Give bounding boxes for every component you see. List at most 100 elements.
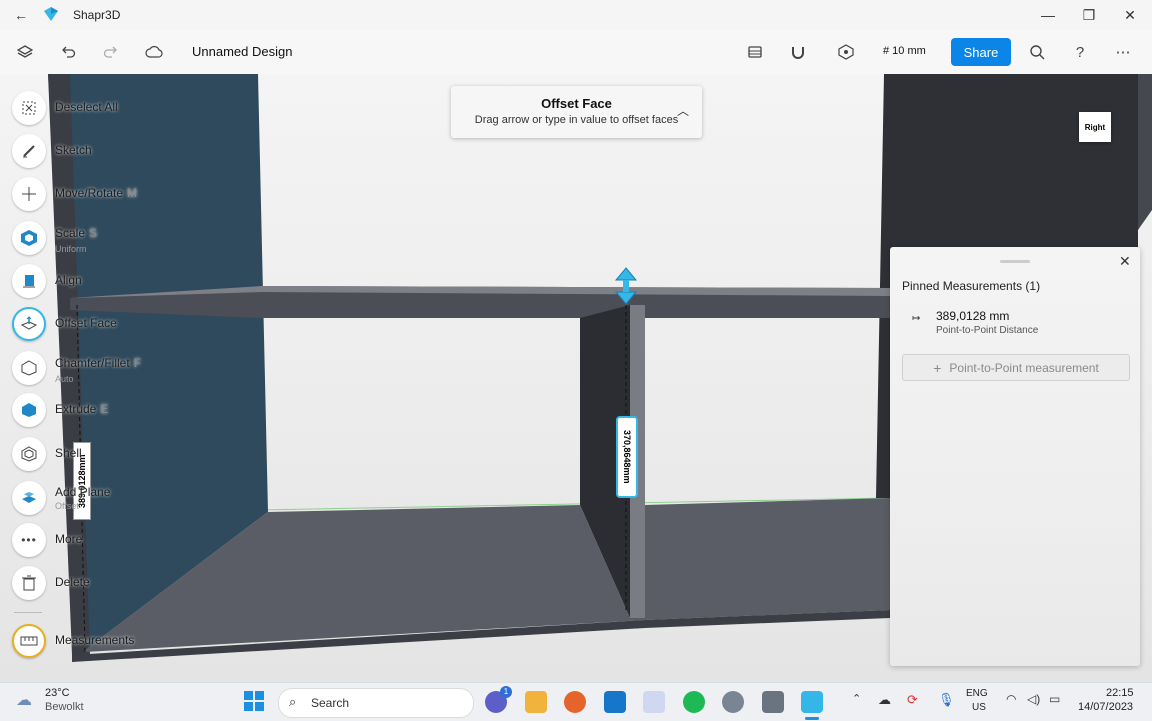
tool-chamfer-fillet[interactable]: Chamfer/Fillet F Auto	[12, 351, 212, 387]
tool-measurements[interactable]: Measurements	[12, 624, 212, 660]
clock-date[interactable]: 14/07/2023	[1078, 701, 1133, 713]
shapr3d-logo-icon	[44, 7, 58, 21]
minimize-button[interactable]: —	[1026, 0, 1070, 30]
add-measurement-button[interactable]: + Point-to-Point measurement	[902, 354, 1130, 381]
tool-shortcut: F	[133, 356, 142, 370]
tool-deselect-all[interactable]: Deselect All	[12, 91, 212, 127]
align-icon	[12, 264, 46, 298]
tool-sub: Offset	[55, 501, 79, 511]
language-top[interactable]: ENG	[966, 688, 988, 699]
tool-label: Align	[55, 273, 82, 287]
back-arrow-icon[interactable]: ←	[14, 7, 28, 23]
tool-label-text: Scale	[55, 226, 86, 240]
app-icon-blue[interactable]	[604, 691, 626, 713]
firefox-icon[interactable]	[564, 691, 586, 713]
tool-align[interactable]: Align	[12, 264, 212, 300]
tool-extrude[interactable]: Extrude E	[12, 393, 212, 429]
weather-desc[interactable]: Bewolkt	[45, 701, 84, 713]
tool-scale[interactable]: Scale S Uniform	[12, 221, 212, 257]
tool-sketch[interactable]: Sketch	[12, 134, 212, 170]
cloud-sync-icon[interactable]	[144, 42, 164, 62]
magnet-snap-icon[interactable]	[788, 42, 808, 62]
tool-sub: Auto	[55, 374, 74, 384]
wifi-icon[interactable]: ◠	[1006, 692, 1016, 706]
onedrive-icon[interactable]: ☁	[878, 692, 891, 708]
chat-badge: 1	[500, 686, 512, 698]
undo-icon[interactable]	[58, 42, 78, 62]
tool-label-text: Extrude	[55, 402, 97, 416]
more-options-icon[interactable]: ⋯	[1113, 42, 1133, 62]
add-measurement-label: Point-to-Point measurement	[949, 360, 1099, 375]
tool-label: Shell	[55, 446, 82, 460]
settings-gear-icon[interactable]	[722, 691, 744, 713]
offset-card-subtitle: Drag arrow or type in value to offset fa…	[474, 114, 679, 126]
taskbar-search[interactable]: ⌕ Search	[278, 688, 474, 718]
tool-label: Sketch	[55, 143, 92, 157]
measurement-value[interactable]: 389,0128 mm	[936, 309, 1009, 323]
add-plane-icon	[12, 481, 46, 515]
grid-size-indicator[interactable]: # 10 mm	[883, 45, 926, 57]
close-window-button[interactable]: ✕	[1108, 0, 1152, 30]
snipping-tool-icon[interactable]	[643, 691, 665, 713]
taskbar: ☁ 23°C Bewolkt ⌕ Search 1 ⌃ ☁ ⟳ 🎙 ENG US…	[0, 682, 1152, 721]
tool-shell[interactable]: Shell	[12, 437, 212, 473]
weather-temp[interactable]: 23°C	[45, 687, 70, 699]
scale-cube-icon	[12, 221, 46, 255]
windows-start-icon[interactable]	[244, 691, 264, 711]
language-bottom[interactable]: US	[972, 702, 986, 713]
close-icon[interactable]: ✕	[1119, 253, 1131, 270]
tool-add-plane[interactable]: Add Plane Offset	[12, 481, 212, 517]
chevron-up-tray-icon[interactable]: ⌃	[852, 692, 861, 705]
app-title: Shapr3D	[73, 8, 121, 22]
calculator-icon[interactable]	[762, 691, 784, 713]
deselect-icon	[12, 91, 46, 125]
tool-label: Add Plane	[55, 485, 111, 499]
volume-icon[interactable]: ◁)	[1027, 692, 1040, 706]
tool-move-rotate[interactable]: Move/Rotate M	[12, 177, 212, 213]
tool-offset-face[interactable]: Offset Face	[12, 307, 212, 343]
tool-label: Offset Face	[55, 316, 117, 330]
clock-time[interactable]: 22:15	[1106, 687, 1134, 699]
extrude-icon	[12, 393, 46, 427]
taskbar-search-label: Search	[311, 696, 350, 710]
view-options-icon[interactable]	[836, 42, 856, 62]
layers-icon[interactable]	[15, 42, 35, 62]
tool-label: Chamfer/Fillet F	[55, 356, 141, 370]
chevron-up-icon[interactable]: ︿	[677, 102, 689, 119]
shapr3d-taskbar-icon[interactable]	[801, 691, 823, 713]
tool-label: Scale S	[55, 226, 97, 240]
spotify-icon[interactable]	[683, 691, 705, 713]
tool-label: Measurements	[55, 633, 135, 647]
tool-label: More	[55, 532, 83, 546]
design-name[interactable]: Unnamed Design	[192, 44, 292, 59]
chamfer-icon	[12, 351, 46, 385]
microphone-icon[interactable]: 🎙	[938, 692, 955, 708]
shell-icon	[12, 437, 46, 471]
maximize-button[interactable]: ❐	[1067, 0, 1111, 30]
share-button[interactable]: Share	[951, 38, 1011, 66]
plus-icon: +	[933, 359, 942, 376]
help-icon[interactable]: ?	[1070, 42, 1090, 62]
tool-label-text: Move/Rotate	[55, 186, 124, 200]
redo-icon[interactable]	[101, 42, 121, 62]
tool-more[interactable]: ••• More	[12, 523, 212, 559]
search-icon[interactable]	[1027, 42, 1047, 62]
title-bar: ← Shapr3D — ❐ ✕	[0, 0, 1152, 30]
tool-delete[interactable]: Delete	[12, 566, 212, 602]
offset-face-icon	[12, 307, 46, 341]
render-mode-icon[interactable]	[745, 42, 765, 62]
battery-icon[interactable]: ▭	[1049, 692, 1060, 706]
ruler-icon	[12, 624, 46, 658]
more-dots-icon: •••	[12, 523, 46, 557]
cloud-weather-icon[interactable]: ☁	[16, 690, 32, 710]
center-dimension-label[interactable]: 370,8648mm	[616, 416, 638, 498]
tool-shortcut: S	[89, 226, 98, 240]
pinned-measurements-panel: ✕ Pinned Measurements (1) ↦ 389,0128 mm …	[890, 247, 1140, 666]
tool-sub: Uniform	[55, 244, 87, 254]
drag-handle[interactable]	[1000, 260, 1030, 263]
sidebar-divider	[14, 612, 42, 613]
sync-icon[interactable]: ⟳	[907, 692, 918, 708]
view-cube[interactable]: Right	[1079, 112, 1111, 142]
move-rotate-icon	[12, 177, 46, 211]
file-explorer-icon[interactable]	[525, 691, 547, 713]
